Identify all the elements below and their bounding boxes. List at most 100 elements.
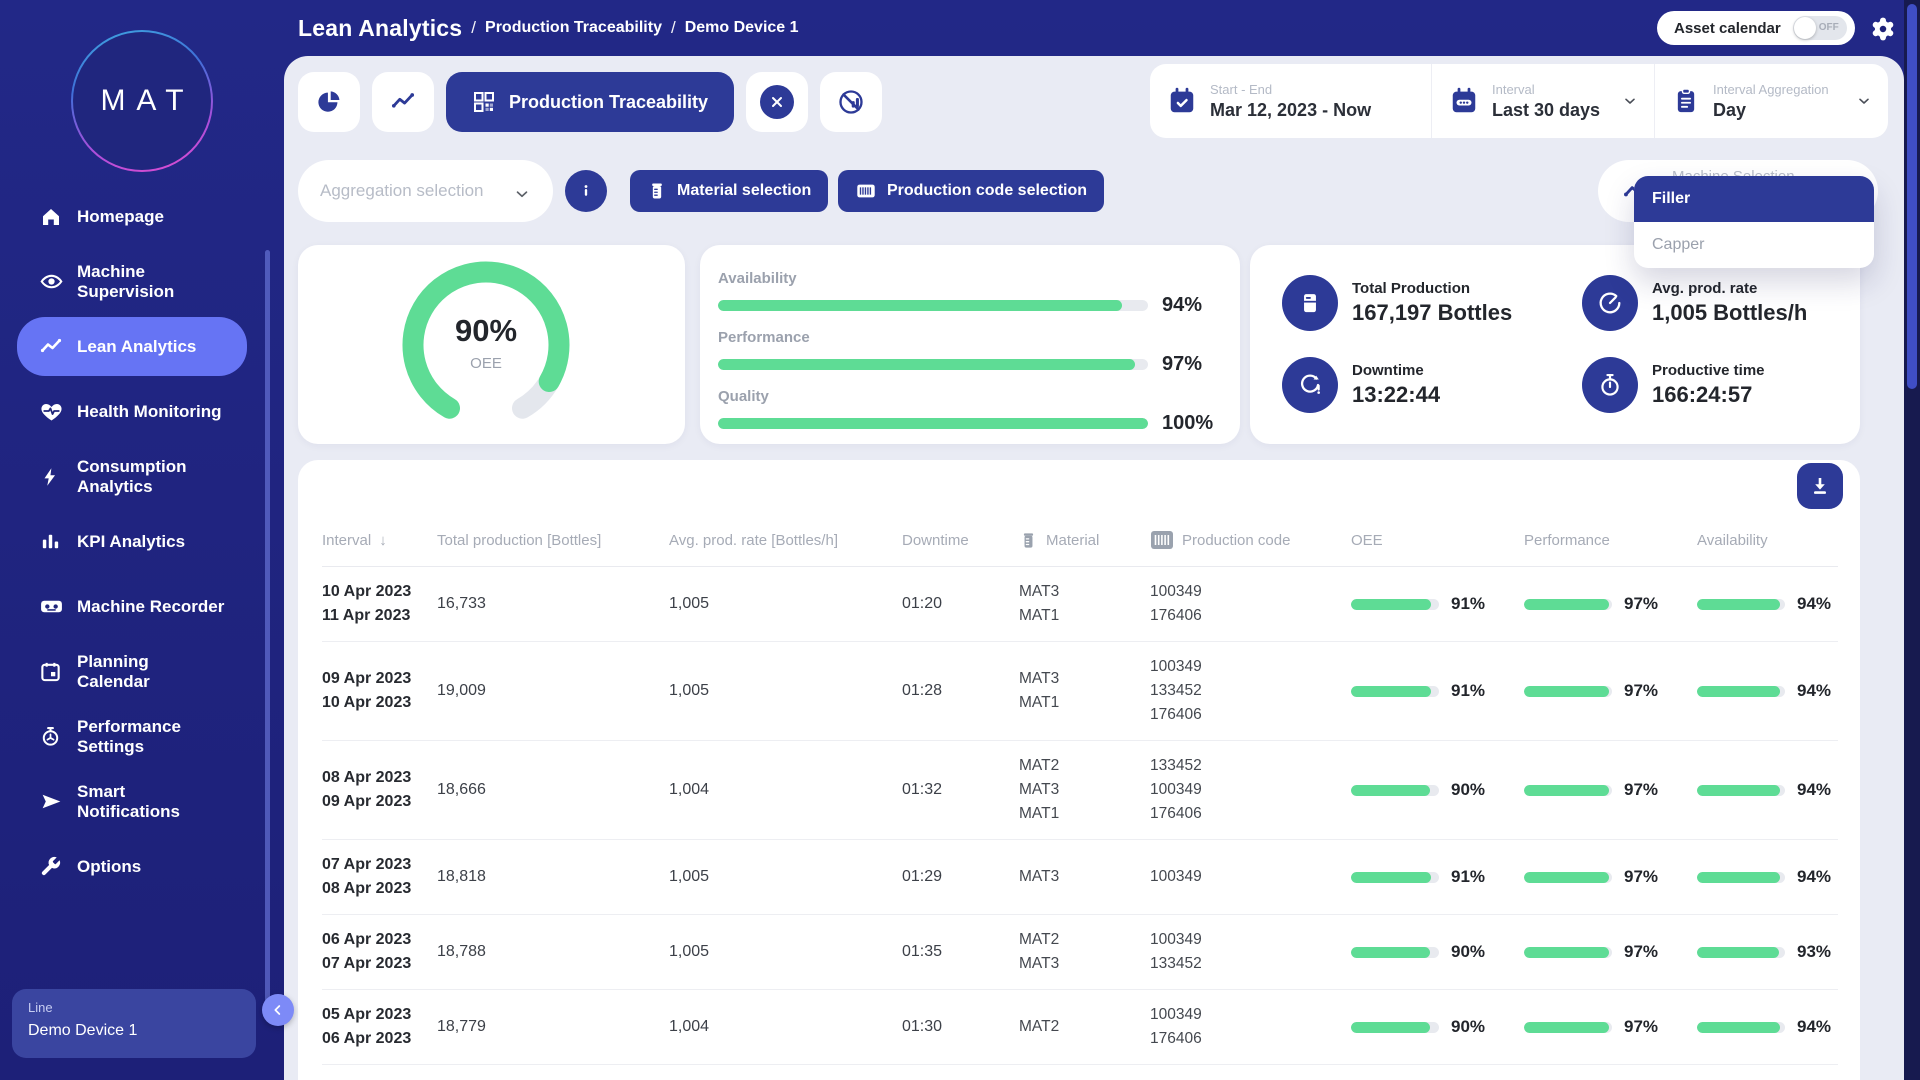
- calendar-icon: [1449, 86, 1479, 116]
- column-production-code: Production code: [1150, 530, 1351, 550]
- breadcrumb-device[interactable]: Demo Device 1: [685, 19, 799, 37]
- date-range-select[interactable]: Start - End Mar 12, 2023 - Now: [1150, 64, 1431, 138]
- cell-availability: 94%: [1697, 1017, 1838, 1037]
- sidebar-item-consumption-analytics[interactable]: ConsumptionAnalytics: [17, 447, 247, 506]
- performance-label: Performance: [718, 329, 1240, 346]
- cell-rate: 1,005: [669, 943, 902, 961]
- page-scrollbar[interactable]: [1904, 0, 1920, 1080]
- sidebar-item-options[interactable]: Options: [17, 837, 247, 896]
- cell-codes: 100349176406: [1150, 580, 1351, 628]
- sort-descending-icon: ↓: [379, 532, 387, 549]
- oee-value: 90%: [398, 313, 574, 349]
- cell-oee: 90%: [1351, 1017, 1524, 1037]
- cell-availability: 93%: [1697, 942, 1838, 962]
- column-interval[interactable]: Interval↓: [322, 532, 437, 549]
- stopwatch-settings-icon: [39, 725, 64, 748]
- material-icon: [647, 181, 667, 201]
- cell-total: 18,666: [437, 781, 669, 799]
- quality-value: 100%: [1162, 412, 1213, 435]
- performance-value: 97%: [1162, 353, 1202, 376]
- refresh-alert-icon: [1282, 357, 1338, 413]
- cell-codes: 100349176406: [1150, 1003, 1351, 1051]
- asset-calendar-toggle[interactable]: OFF: [1793, 16, 1847, 40]
- cell-oee: 91%: [1351, 867, 1524, 887]
- cell-downtime: 01:28: [902, 682, 1019, 700]
- table-row: 09 Apr 202310 Apr 2023 19,009 1,005 01:2…: [322, 642, 1838, 741]
- sidebar-collapse-button[interactable]: [262, 994, 294, 1026]
- material-selection-label: Material selection: [677, 182, 811, 200]
- cell-total: 19,009: [437, 682, 669, 700]
- breadcrumb-section[interactable]: Production Traceability: [485, 19, 662, 37]
- asset-calendar-control[interactable]: Asset calendar OFF: [1657, 11, 1855, 45]
- interval-aggregation-label: Interval Aggregation: [1713, 82, 1829, 97]
- view-toolbar: Production Traceability: [298, 72, 882, 132]
- sidebar-item-machine-recorder[interactable]: Machine Recorder: [17, 577, 247, 636]
- table-row: 08 Apr 202309 Apr 2023 18,666 1,004 01:3…: [322, 741, 1838, 840]
- cell-availability: 94%: [1697, 594, 1838, 614]
- total-production-value: 167,197 Bottles: [1352, 300, 1512, 326]
- no-chart-view-button[interactable]: [820, 72, 882, 132]
- pie-view-button[interactable]: [298, 72, 360, 132]
- chevron-down-icon: [1622, 93, 1638, 109]
- toggle-knob: [1794, 17, 1816, 39]
- sidebar-item-lean-analytics[interactable]: Lean Analytics: [17, 317, 247, 376]
- availability-value: 94%: [1162, 294, 1202, 317]
- cell-rate: 1,004: [669, 1018, 902, 1036]
- cell-materials: MAT2: [1019, 1015, 1150, 1039]
- cell-materials: MAT3MAT1: [1019, 580, 1150, 628]
- trend-view-button[interactable]: [372, 72, 434, 132]
- download-button[interactable]: [1797, 463, 1843, 509]
- send-icon: [39, 789, 64, 814]
- interval-aggregation-value: Day: [1713, 100, 1829, 121]
- aggregation-select[interactable]: Aggregation selection: [298, 160, 553, 222]
- cell-total: 18,779: [437, 1018, 669, 1036]
- cell-oee: 91%: [1351, 594, 1524, 614]
- cell-performance: 97%: [1524, 594, 1697, 614]
- column-availability: Availability: [1697, 532, 1838, 549]
- production-traceability-tab[interactable]: Production Traceability: [446, 72, 734, 132]
- material-selection-button[interactable]: Material selection: [630, 170, 828, 212]
- gauge-icon: [1582, 275, 1638, 331]
- cell-oee: 91%: [1351, 681, 1524, 701]
- sidebar-item-planning-calendar[interactable]: PlanningCalendar: [17, 642, 247, 701]
- page-scrollbar-thumb[interactable]: [1907, 4, 1917, 389]
- sidebar-scrollbar[interactable]: [265, 250, 270, 1010]
- production-code-selection-button[interactable]: Production code selection: [838, 170, 1104, 212]
- sidebar-item-homepage[interactable]: Homepage: [17, 187, 247, 246]
- qr-code-icon: [472, 90, 496, 114]
- interval-select[interactable]: Interval Last 30 days: [1431, 64, 1654, 138]
- home-icon: [39, 205, 64, 229]
- breadcrumb: Lean Analytics / Production Traceability…: [298, 0, 799, 56]
- cell-interval: 09 Apr 202310 Apr 2023: [322, 667, 437, 715]
- production-stats-card: Total Production 167,197 Bottles Avg. pr…: [1250, 245, 1860, 444]
- settings-gear-icon[interactable]: [1870, 16, 1896, 42]
- interval-label: Interval: [1492, 82, 1600, 97]
- sidebar-item-health-monitoring[interactable]: Health Monitoring: [17, 382, 247, 441]
- bottle-icon: [1282, 275, 1338, 331]
- total-production-label: Total Production: [1352, 280, 1512, 297]
- cell-performance: 97%: [1524, 681, 1697, 701]
- aggregation-placeholder: Aggregation selection: [320, 181, 484, 201]
- device-selector-card[interactable]: Line Demo Device 1: [12, 989, 256, 1058]
- performance-bar-group: Performance 97%: [718, 329, 1240, 376]
- machine-dropdown: Filler Capper: [1634, 176, 1874, 268]
- column-performance: Performance: [1524, 532, 1697, 549]
- production-code-selection-label: Production code selection: [887, 182, 1087, 200]
- sidebar-item-machine-supervision[interactable]: MachineSupervision: [17, 252, 247, 311]
- interval-aggregation-select[interactable]: Interval Aggregation Day: [1654, 64, 1888, 138]
- sidebar-item-kpi-analytics[interactable]: KPI Analytics: [17, 512, 247, 571]
- clear-view-button[interactable]: [746, 72, 808, 132]
- cell-performance: 97%: [1524, 867, 1697, 887]
- sidebar-nav: Homepage MachineSupervision Lean Analyti…: [0, 172, 284, 896]
- cell-codes: 133452100349176406: [1150, 754, 1351, 826]
- chevron-left-icon: [270, 1002, 286, 1018]
- sidebar-item-smart-notifications[interactable]: SmartNotifications: [17, 772, 247, 831]
- cell-downtime: 01:20: [902, 595, 1019, 613]
- info-icon: [576, 181, 596, 201]
- info-button[interactable]: [565, 170, 607, 212]
- cell-oee: 90%: [1351, 780, 1524, 800]
- date-range-value: Mar 12, 2023 - Now: [1210, 100, 1371, 121]
- sidebar-item-performance-settings[interactable]: PerformanceSettings: [17, 707, 247, 766]
- dropdown-option-capper[interactable]: Capper: [1634, 222, 1874, 268]
- dropdown-option-filler[interactable]: Filler: [1634, 176, 1874, 222]
